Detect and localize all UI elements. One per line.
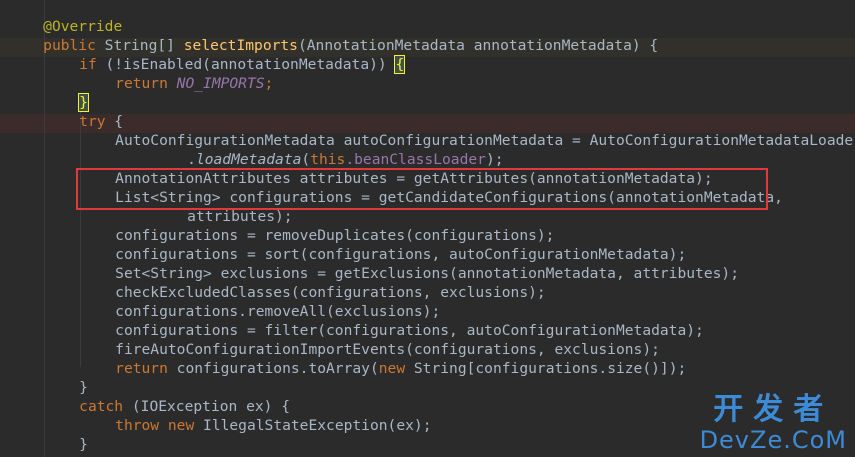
- code-line-return-no-imports[interactable]: return NO_IMPORTS;: [80, 55, 273, 92]
- code-line-return-array[interactable]: return configurations.toArray(new String…: [80, 340, 686, 377]
- code-line-close-try[interactable]: }: [44, 359, 88, 396]
- code-line-close-if[interactable]: }: [44, 74, 89, 112]
- keyword-token: new: [167, 417, 195, 434]
- code-line-if[interactable]: if (!isEnabled(annotationMetadata)) {: [44, 36, 406, 74]
- keyword-token: return: [115, 75, 168, 92]
- code-line-method-signature[interactable]: public String[] selectImports(Annotation…: [8, 17, 658, 54]
- code-line-annotation[interactable]: @Override: [8, 0, 122, 35]
- code-line-metadata-declaration[interactable]: AutoConfigurationMetadata autoConfigurat…: [80, 112, 855, 149]
- keyword-token: return: [115, 360, 168, 377]
- expression-token: configurations.toArray(: [167, 360, 379, 377]
- code-line-fire-events[interactable]: fireAutoConfigurationImportEvents(config…: [80, 321, 660, 358]
- code-line-close-catch[interactable]: }: [44, 416, 88, 453]
- code-line-filter[interactable]: configurations = filter(configurations, …: [80, 302, 704, 339]
- code-line-remove-all[interactable]: configurations.removeAll(exclusions);: [80, 283, 440, 320]
- code-line-candidate-configurations-cont[interactable]: attributes);: [152, 188, 292, 225]
- semicolon-token: ;: [264, 75, 274, 92]
- code-editor[interactable]: @Override public String[] selectImports(…: [0, 0, 855, 457]
- watermark-chinese-text: 开发者: [713, 392, 834, 427]
- code-line-exclusions[interactable]: Set<String> exclusions = getExclusions(a…: [80, 245, 739, 282]
- expression-token: String[configurations.size()]);: [405, 360, 687, 377]
- constant-token: NO_IMPORTS: [176, 75, 265, 92]
- brace-token: }: [79, 436, 88, 453]
- code-line-throw[interactable]: throw new IllegalStateException(ex);: [80, 397, 431, 434]
- watermark-logo: 开发者 DevZe.CoM: [699, 392, 847, 454]
- watermark-site-text: DevZe.CoM: [699, 426, 847, 454]
- code-line-check-excluded[interactable]: checkExcludedClasses(configurations, exc…: [80, 264, 546, 301]
- code-line-candidate-configurations[interactable]: List<String> configurations = getCandida…: [80, 169, 783, 206]
- code-line-attributes[interactable]: AnnotationAttributes attributes = getAtt…: [80, 150, 712, 187]
- expression-token: IllegalStateException(ex);: [194, 417, 432, 434]
- code-line-catch[interactable]: catch (IOException ex) {: [44, 378, 290, 415]
- code-line-load-metadata[interactable]: .loadMetadata(this.beanClassLoader);: [152, 131, 503, 168]
- matched-brace: {: [394, 55, 406, 74]
- keyword-token: throw: [115, 417, 160, 434]
- code-line-remove-duplicates[interactable]: configurations = removeDuplicates(config…: [80, 207, 554, 244]
- code-line-try[interactable]: try {: [44, 93, 123, 130]
- code-line-sort[interactable]: configurations = sort(configurations, au…: [80, 226, 686, 263]
- keyword-token: new: [378, 360, 406, 377]
- code-line-close-method[interactable]: }: [8, 435, 52, 457]
